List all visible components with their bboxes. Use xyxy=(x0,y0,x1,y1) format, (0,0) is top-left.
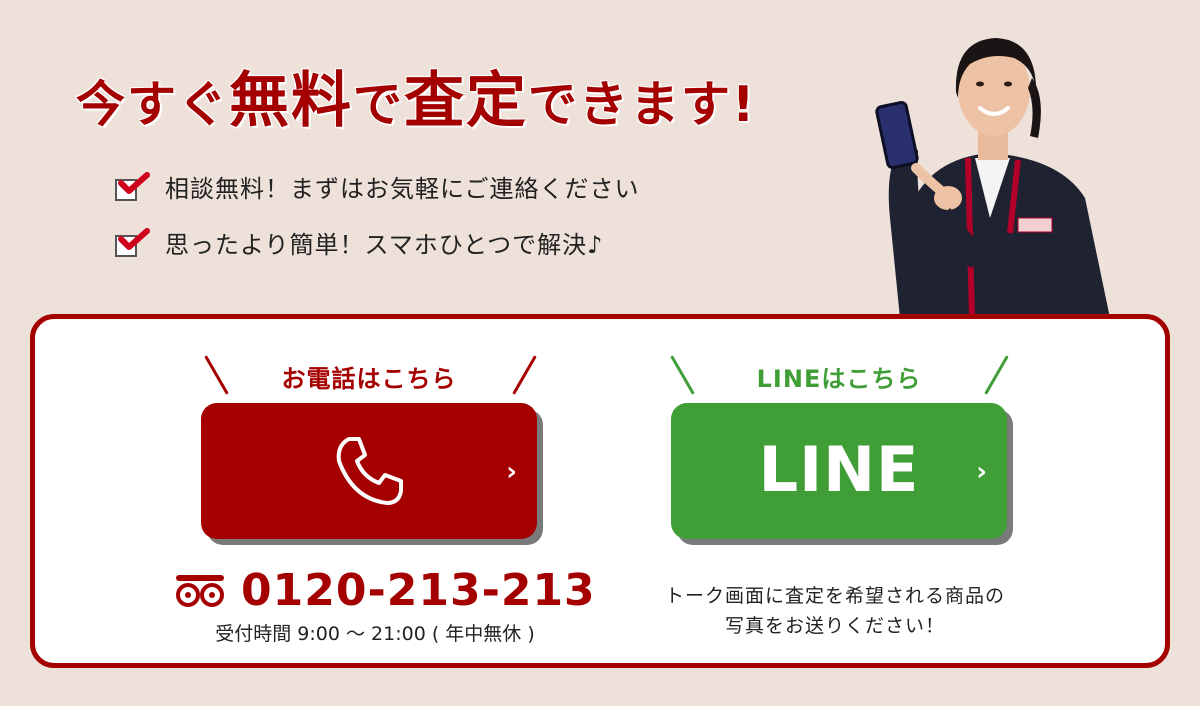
headline-emphasis-appraisal: 査定 xyxy=(404,66,529,136)
headline-text: 今すぐ xyxy=(76,76,230,133)
headline-text: で xyxy=(353,76,405,133)
page-headline: 今すぐ無料で査定できます! xyxy=(76,52,756,139)
checkmark-icon xyxy=(115,227,150,257)
line-heading: LINEはこちら xyxy=(756,365,922,393)
heading-accent-slash xyxy=(984,355,1009,395)
line-button[interactable]: LINE › xyxy=(671,403,1007,539)
call-button[interactable]: › xyxy=(201,403,537,539)
heading-accent-slash xyxy=(670,355,695,395)
headline-emphasis-free: 無料 xyxy=(229,66,354,136)
staff-photo xyxy=(875,38,1110,318)
benefit-checklist: 相談無料！まずはお気軽にご連絡ください 思ったより簡単！スマホひとつで解決♪ xyxy=(115,158,640,270)
line-instructions-text: トーク画面に査定を希望される商品の xyxy=(664,585,1005,607)
checklist-item: 思ったより簡単！スマホひとつで解決♪ xyxy=(115,214,640,270)
heading-accent-slash xyxy=(204,355,229,395)
line-instructions: トーク画面に査定を希望される商品の 写真をお送りください！ xyxy=(635,581,1035,641)
checkmark-icon xyxy=(115,171,150,201)
free-dial-icon xyxy=(176,574,224,607)
chevron-right-icon: › xyxy=(976,457,987,487)
chevron-right-icon: › xyxy=(506,457,517,487)
business-hours: 受付時間 9:00 ～ 21:00 ( 年中無休 ) xyxy=(215,623,535,645)
line-button-label: LINE xyxy=(758,433,920,506)
headline-text: できます! xyxy=(528,76,757,133)
checklist-item: 相談無料！まずはお気軽にご連絡ください xyxy=(115,158,640,214)
phone-handset-icon xyxy=(336,437,403,505)
contact-card: お電話はこちら › 0120-213-213 受付時間 9:00 ～ 21:00… xyxy=(30,314,1170,668)
checklist-item-text: 相談無料！まずはお気軽にご連絡ください xyxy=(165,174,640,203)
phone-number[interactable]: 0120-213-213 xyxy=(241,565,596,616)
phone-number-row: 0120-213-213 xyxy=(175,565,596,616)
line-instructions-text: 写真をお送りください！ xyxy=(724,615,945,637)
phone-heading: お電話はこちら xyxy=(281,365,457,393)
checklist-item-text: 思ったより簡単！スマホひとつで解決♪ xyxy=(165,230,604,259)
heading-accent-slash xyxy=(512,355,537,395)
